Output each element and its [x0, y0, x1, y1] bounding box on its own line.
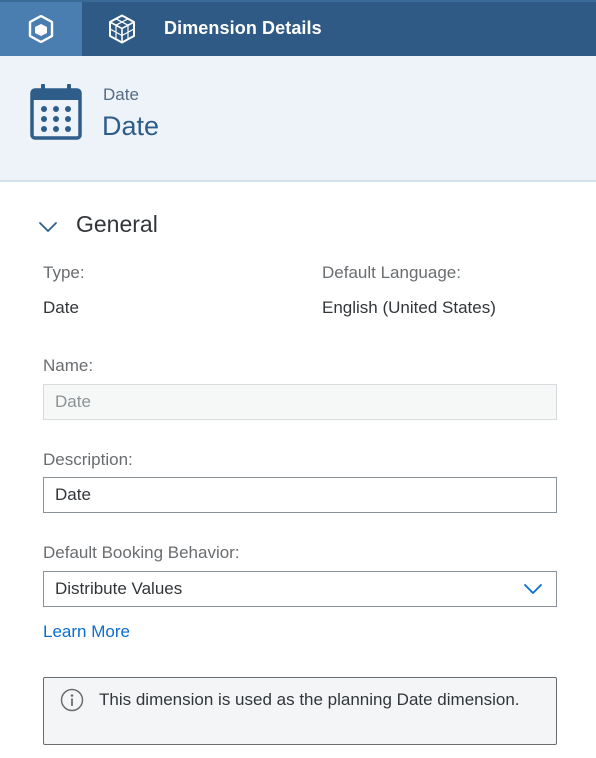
- booking-behavior-select[interactable]: Distribute Values: [43, 571, 557, 607]
- cubes-icon: [109, 14, 135, 44]
- info-message-text: This dimension is used as the planning D…: [99, 690, 520, 709]
- booking-behavior-value: Distribute Values: [55, 579, 183, 598]
- home-tab[interactable]: [0, 2, 82, 56]
- booking-behavior-label: Default Booking Behavior:: [43, 543, 240, 562]
- object-subtitle: Date: [103, 85, 139, 104]
- chevron-down-icon[interactable]: [524, 583, 542, 595]
- default-language-value: English (United States): [322, 298, 496, 317]
- info-message-strip: This dimension is used as the planning D…: [43, 677, 557, 745]
- type-value: Date: [43, 298, 79, 317]
- calendar-icon: [30, 84, 82, 140]
- description-field[interactable]: Date: [43, 477, 557, 513]
- description-label: Description:: [43, 450, 133, 469]
- chevron-down-icon[interactable]: [38, 218, 58, 236]
- name-label: Name:: [43, 356, 94, 375]
- object-title: Date: [102, 111, 160, 141]
- learn-more-link[interactable]: Learn More: [43, 622, 130, 642]
- shell-bar: Dimension Details: [0, 0, 596, 56]
- name-field: Date: [43, 384, 557, 420]
- section-title-general[interactable]: General: [76, 211, 158, 238]
- object-header: Date Date: [0, 56, 596, 182]
- cube-icon: [28, 15, 54, 43]
- page-tab-title[interactable]: Dimension Details: [164, 18, 322, 39]
- default-language-label: Default Language:: [322, 263, 461, 282]
- info-icon: [60, 688, 84, 712]
- type-label: Type:: [43, 263, 85, 282]
